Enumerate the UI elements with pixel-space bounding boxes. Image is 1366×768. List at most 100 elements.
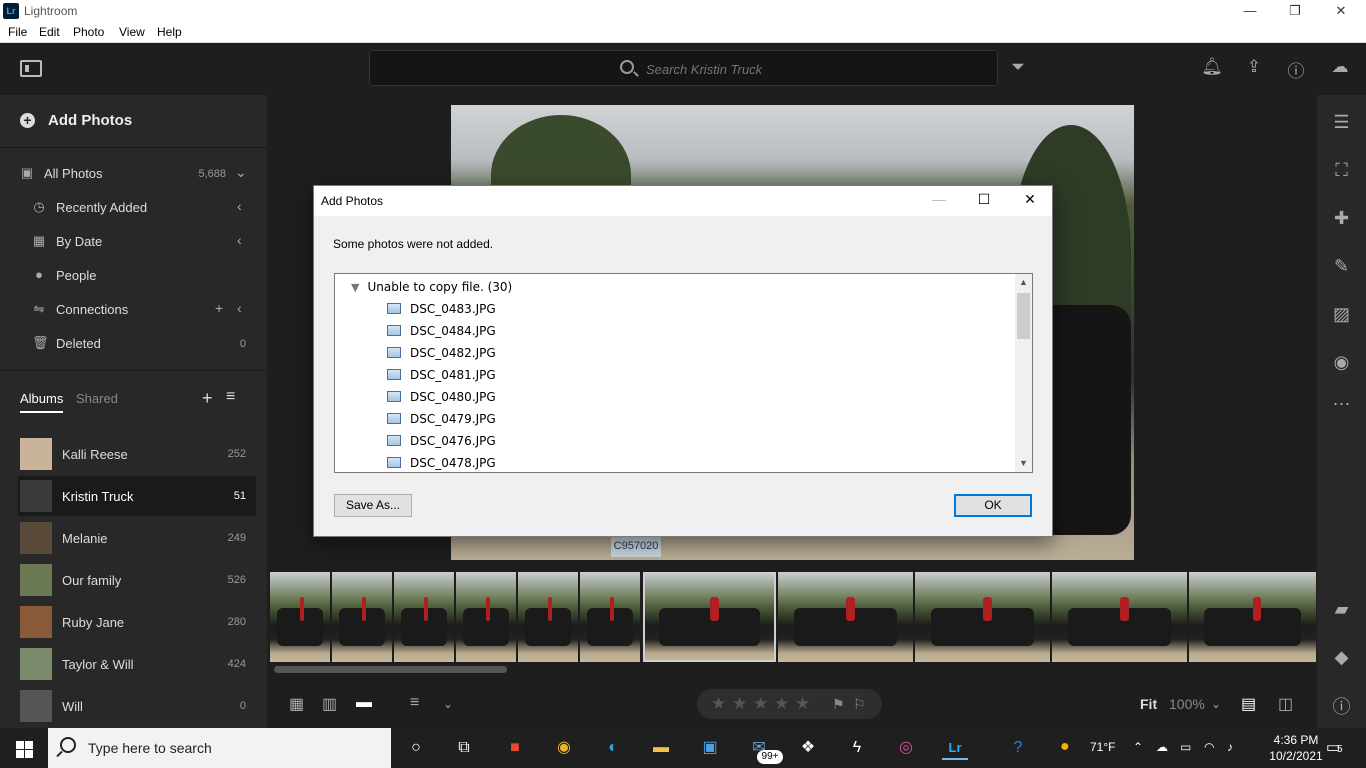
nav-people[interactable]: ● People	[0, 258, 267, 292]
volume-icon[interactable]: ♪	[1227, 740, 1233, 754]
menu-file[interactable]: File	[8, 25, 27, 39]
star-icon[interactable]: ★	[774, 694, 789, 714]
file-list-item[interactable]: DSC_0484.JPG	[387, 324, 496, 338]
chevron-left-icon[interactable]: ‹	[237, 300, 242, 316]
creative-cloud-icon[interactable]: ◎	[893, 736, 919, 760]
failed-files-list[interactable]: ▼ Unable to copy file. (30) DSC_0483.JPG D…	[334, 273, 1033, 473]
tag-icon[interactable]: ◆	[1317, 647, 1366, 668]
onedrive-icon[interactable]: ☁	[1156, 740, 1168, 754]
save-as-button[interactable]: Save As...	[334, 494, 412, 517]
album-item[interactable]: Melanie 249	[18, 518, 256, 558]
store-icon[interactable]: ▣	[697, 736, 723, 760]
edit-sliders-icon[interactable]: ☰	[1317, 112, 1366, 133]
square-grid-icon[interactable]: ▦	[289, 694, 304, 714]
crop-icon[interactable]: ⛶	[1317, 160, 1366, 181]
share-icon[interactable]: ⇪	[1242, 57, 1266, 77]
battery-icon[interactable]: ▭	[1180, 740, 1191, 754]
file-explorer-icon[interactable]: ▬	[648, 736, 674, 760]
wifi-icon[interactable]: ◠	[1204, 740, 1214, 754]
filter-icon[interactable]: ⏷	[1006, 57, 1030, 77]
chevron-left-icon[interactable]: ‹	[237, 232, 242, 248]
menu-help[interactable]: Help	[157, 25, 182, 39]
dropbox-icon[interactable]: ❖	[795, 736, 821, 760]
office-icon[interactable]: ■	[502, 736, 528, 760]
brush-icon[interactable]: ✎	[1317, 256, 1366, 277]
tree-group[interactable]: ▼ Unable to copy file. (30)	[351, 280, 512, 294]
search-input[interactable]	[646, 59, 946, 79]
album-item[interactable]: Taylor & Will 424	[18, 644, 256, 684]
fit-zoom-option[interactable]: Fit	[1140, 696, 1157, 712]
lightning-app-icon[interactable]: ϟ	[844, 736, 870, 760]
album-item[interactable]: Will 0	[18, 686, 256, 726]
radial-gradient-icon[interactable]: ◉	[1317, 352, 1366, 373]
detail-view-icon[interactable]: ▬	[356, 694, 372, 712]
file-list-item[interactable]: DSC_0480.JPG	[387, 390, 496, 404]
filmstrip-toggle-icon[interactable]: ▤	[1241, 694, 1256, 714]
dialog-maximize-button[interactable]: ☐	[969, 191, 999, 208]
filmstrip-thumbnail[interactable]	[1052, 572, 1187, 662]
file-list-item[interactable]: DSC_0482.JPG	[387, 346, 496, 360]
nav-connections[interactable]: ⇋ Connections + ‹	[0, 292, 267, 326]
file-list-item[interactable]: DSC_0476.JPG	[387, 434, 496, 448]
filmstrip-thumbnail[interactable]	[456, 572, 516, 662]
menu-edit[interactable]: Edit	[39, 25, 60, 39]
photo-grid-icon[interactable]: ▥	[322, 694, 337, 714]
filmstrip-scrollbar[interactable]	[270, 666, 1316, 674]
chevron-left-icon[interactable]: ‹	[237, 198, 242, 214]
filmstrip-thumbnail[interactable]	[518, 572, 578, 662]
info-icon[interactable]: ⓘ	[1317, 693, 1366, 719]
flag-pick-icon[interactable]: ⚑	[832, 696, 845, 713]
panel-toggle-icon[interactable]	[20, 60, 42, 77]
album-item[interactable]: Kalli Reese 252	[18, 434, 256, 474]
menu-view[interactable]: View	[119, 25, 145, 39]
cloud-icon[interactable]: ☁	[1328, 57, 1352, 77]
filmstrip-thumbnail[interactable]	[778, 572, 913, 662]
scrollbar-thumb[interactable]	[1017, 293, 1030, 339]
chevron-down-icon[interactable]: ⌄	[1211, 697, 1221, 711]
linear-gradient-icon[interactable]: ▨	[1317, 304, 1366, 325]
taskbar-search[interactable]: Type here to search	[48, 728, 391, 768]
file-list-item[interactable]: DSC_0479.JPG	[387, 412, 496, 426]
chevron-down-icon[interactable]: ⌄	[235, 164, 247, 181]
restore-button[interactable]: ❐	[1272, 0, 1318, 22]
zoom-level[interactable]: 100%	[1169, 696, 1205, 712]
star-icon[interactable]: ★	[732, 694, 747, 714]
filmstrip-thumbnail[interactable]	[1189, 572, 1316, 662]
sort-options-icon[interactable]: ≡	[410, 694, 419, 712]
list-scrollbar[interactable]: ▲ ▼	[1015, 274, 1032, 472]
flag-reject-icon[interactable]: ⚐	[853, 696, 866, 713]
add-connection-icon[interactable]: +	[215, 300, 223, 316]
ok-button[interactable]: OK	[954, 494, 1032, 517]
comments-icon[interactable]: ▰	[1317, 599, 1366, 620]
sort-icon[interactable]: ≡	[226, 388, 235, 406]
edge-icon[interactable]: ◐	[600, 736, 626, 760]
help-icon[interactable]: ⓘ	[1284, 57, 1308, 82]
dialog-close-button[interactable]: ✕	[1015, 191, 1045, 208]
nav-recently-added[interactable]: ◷ Recently Added ‹	[0, 190, 267, 224]
album-item[interactable]: Ruby Jane 280	[18, 602, 256, 642]
filmstrip-thumbnail[interactable]	[580, 572, 640, 662]
compare-view-icon[interactable]: ◫	[1278, 694, 1293, 714]
weather-temperature[interactable]: 71°F	[1090, 740, 1115, 754]
star-rating[interactable]: ★ ★ ★ ★ ★ ⚑ ⚐	[697, 689, 882, 719]
nav-by-date[interactable]: ▦ By Date ‹	[0, 224, 267, 258]
filmstrip-thumbnail[interactable]	[332, 572, 392, 662]
scrollbar-thumb[interactable]	[274, 666, 507, 673]
help-app-icon[interactable]: ?	[1005, 736, 1031, 760]
scroll-up-icon[interactable]: ▲	[1015, 274, 1032, 291]
scroll-down-icon[interactable]: ▼	[1015, 455, 1032, 472]
minimize-button[interactable]: —	[1227, 0, 1273, 22]
nav-all-photos[interactable]: ▣ All Photos 5,688 ⌄	[0, 156, 267, 190]
chrome-icon[interactable]: ◉	[551, 736, 577, 760]
cortana-icon[interactable]: ○	[403, 736, 429, 760]
add-photos-button[interactable]: + Add Photos	[0, 95, 267, 147]
album-item[interactable]: Kristin Truck 51	[18, 476, 256, 516]
expand-triangle-icon[interactable]: ▼	[351, 281, 359, 294]
tab-shared[interactable]: Shared	[76, 391, 118, 406]
clock[interactable]: 4:36 PM 10/2/2021	[1268, 732, 1324, 764]
filmstrip-thumbnail[interactable]	[643, 572, 776, 662]
close-button[interactable]: ✕	[1318, 0, 1364, 22]
start-button[interactable]	[0, 728, 48, 768]
search-box[interactable]	[369, 50, 998, 86]
star-icon[interactable]: ★	[795, 694, 810, 714]
